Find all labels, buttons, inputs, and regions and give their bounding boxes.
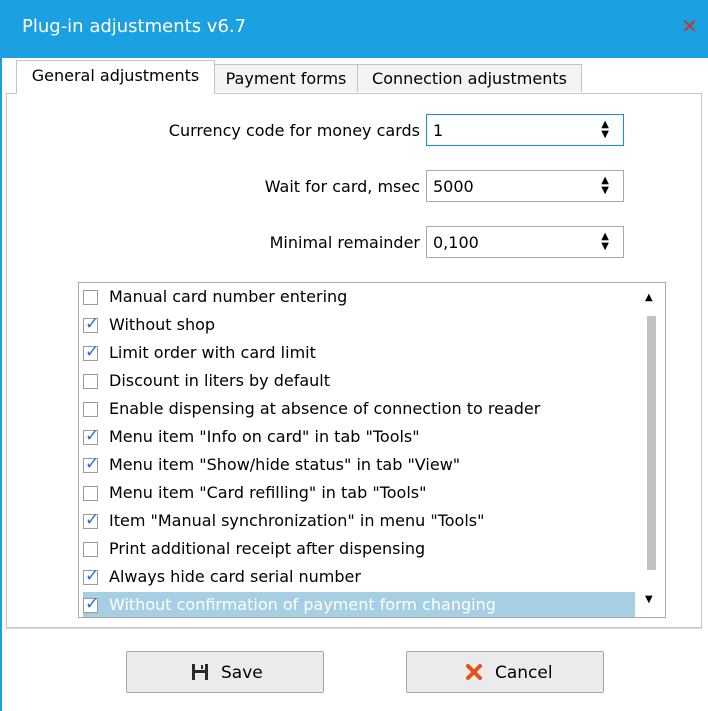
save-icon [192, 664, 208, 680]
cancel-label: Cancel [495, 663, 553, 683]
tab-payment-forms[interactable]: Payment forms [214, 64, 358, 92]
checkmark-icon: ✓ [85, 510, 100, 530]
spin-down-icon[interactable]: ▼ [601, 186, 609, 196]
checkbox[interactable]: ✓ [83, 454, 99, 474]
checkbox[interactable]: ✓ [83, 426, 99, 446]
option-discount-in-liters[interactable]: Discount in liters by default [83, 368, 635, 396]
checkmark-icon: ✓ [85, 594, 100, 614]
checkbox[interactable] [83, 542, 98, 557]
scroll-up-icon[interactable]: ▲ [645, 292, 653, 303]
minimal-remainder-spinbox[interactable]: 0,100 ▲ ▼ [426, 226, 624, 258]
option-label: Menu item "Info on card" in tab "Tools" [109, 427, 420, 446]
checkmark-icon: ✓ [85, 314, 100, 334]
scrollbar-thumb[interactable] [647, 316, 656, 570]
option-label: Item "Manual synchronization" in menu "T… [109, 511, 485, 530]
option-label: Menu item "Card refilling" in tab "Tools… [109, 483, 427, 502]
option-hide-serial[interactable]: ✓ Always hide card serial number [83, 564, 635, 592]
wait-for-card-label: Wait for card, msec [264, 177, 420, 196]
option-without-confirmation[interactable]: ✓ Without confirmation of payment form c… [83, 592, 635, 617]
scroll-down-icon[interactable]: ▼ [645, 594, 653, 605]
close-icon[interactable]: ✕ [681, 14, 698, 38]
minimal-remainder-label: Minimal remainder [269, 233, 420, 252]
cancel-button[interactable]: Cancel [406, 651, 604, 693]
option-label: Always hide card serial number [109, 567, 361, 586]
checkbox[interactable]: ✓ [83, 342, 99, 362]
option-label: Limit order with card limit [109, 343, 316, 362]
checkbox[interactable]: ✓ [83, 566, 99, 586]
currency-code-value[interactable]: 1 [433, 121, 443, 140]
option-without-shop[interactable]: ✓ Without shop [83, 312, 635, 340]
window-title: Plug-in adjustments v6.7 [22, 16, 247, 37]
option-manual-card-number[interactable]: Manual card number entering [83, 284, 635, 312]
window-border [0, 58, 2, 711]
currency-code-spinbox[interactable]: 1 ▲ ▼ [426, 114, 624, 146]
tab-connection-adjustments[interactable]: Connection adjustments [357, 64, 582, 92]
minimal-remainder-value[interactable]: 0,100 [433, 233, 479, 252]
spin-down-icon[interactable]: ▼ [601, 242, 609, 252]
checkbox[interactable]: ✓ [83, 510, 99, 530]
option-label: Enable dispensing at absence of connecti… [109, 399, 541, 418]
checkbox[interactable] [83, 402, 98, 417]
spin-down-icon[interactable]: ▼ [601, 130, 609, 140]
option-print-receipt[interactable]: Print additional receipt after dispensin… [83, 536, 635, 564]
checkbox[interactable] [83, 374, 98, 389]
checkmark-icon: ✓ [85, 566, 100, 586]
divider [6, 628, 702, 629]
checkbox[interactable]: ✓ [83, 314, 99, 334]
wait-for-card-value[interactable]: 5000 [433, 177, 474, 196]
cross-icon [466, 664, 482, 680]
checkmark-icon: ✓ [85, 426, 100, 446]
checkbox[interactable] [83, 486, 98, 501]
option-label: Print additional receipt after dispensin… [109, 539, 426, 558]
list-scrollbar[interactable]: ▲ ▼ [636, 284, 664, 616]
checkbox[interactable] [83, 290, 98, 305]
option-show-hide-status[interactable]: ✓ Menu item "Show/hide status" in tab "V… [83, 452, 635, 480]
title-bar: Plug-in adjustments v6.7 ✕ [0, 0, 708, 58]
option-manual-sync[interactable]: ✓ Item "Manual synchronization" in menu … [83, 508, 635, 536]
option-label: Without confirmation of payment form cha… [109, 595, 496, 614]
wait-for-card-spinbox[interactable]: 5000 ▲ ▼ [426, 170, 624, 202]
save-label: Save [221, 663, 263, 683]
options-checklist[interactable]: Manual card number entering ✓ Without sh… [78, 282, 666, 618]
plugin-adjustments-window: Plug-in adjustments v6.7 ✕ General adjus… [0, 0, 708, 711]
tab-bar: General adjustments Payment forms Connec… [0, 58, 708, 94]
checkbox[interactable]: ✓ [83, 594, 99, 614]
checkmark-icon: ✓ [85, 454, 100, 474]
currency-code-label: Currency code for money cards [168, 121, 420, 140]
save-button[interactable]: Save [126, 651, 324, 693]
tab-general-adjustments[interactable]: General adjustments [16, 60, 215, 94]
option-limit-order[interactable]: ✓ Limit order with card limit [83, 340, 635, 368]
option-info-on-card[interactable]: ✓ Menu item "Info on card" in tab "Tools… [83, 424, 635, 452]
option-card-refilling[interactable]: Menu item "Card refilling" in tab "Tools… [83, 480, 635, 508]
option-label: Manual card number entering [109, 287, 348, 306]
option-label: Menu item "Show/hide status" in tab "Vie… [109, 455, 461, 474]
checkmark-icon: ✓ [85, 342, 100, 362]
option-enable-dispensing[interactable]: Enable dispensing at absence of connecti… [83, 396, 635, 424]
option-label: Without shop [109, 315, 216, 334]
option-label: Discount in liters by default [109, 371, 331, 390]
